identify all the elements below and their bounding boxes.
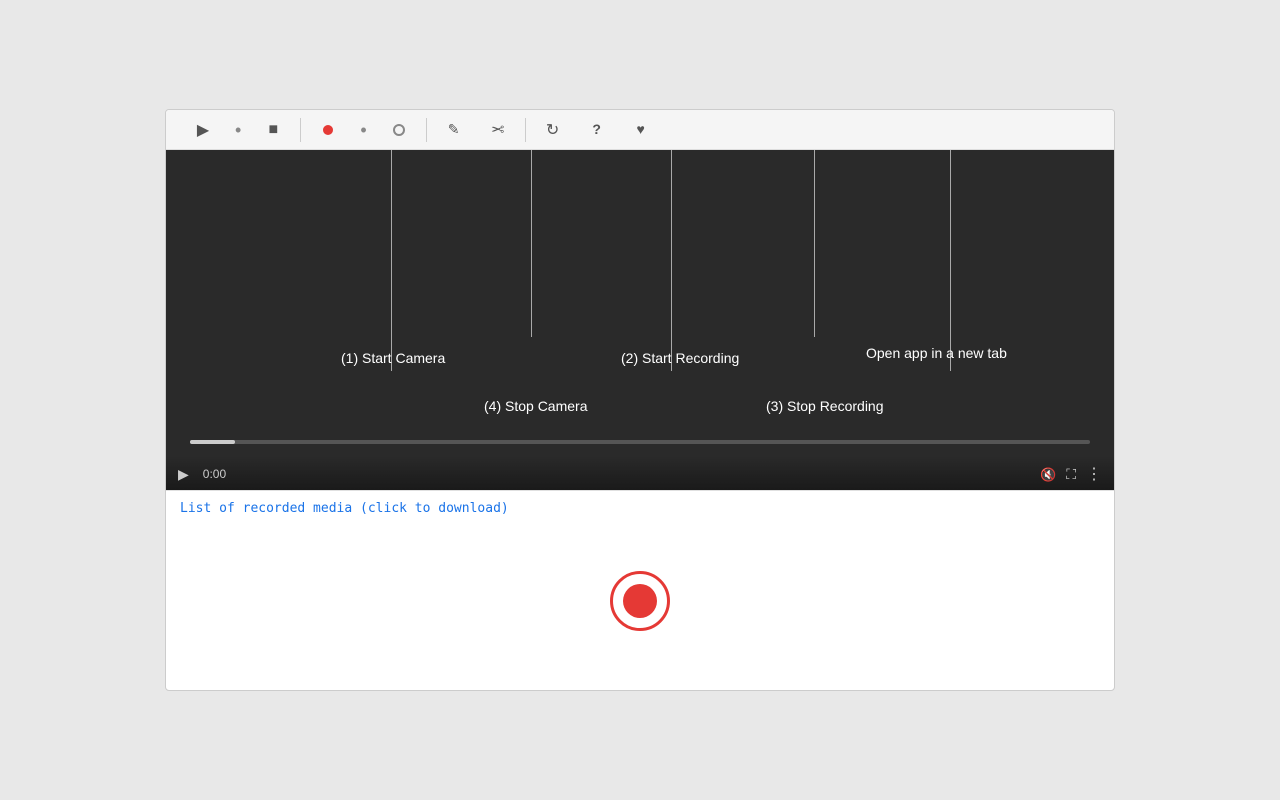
label-stop-camera: (4) Stop Camera [484,398,587,414]
label-start-camera: (1) Start Camera [341,350,445,366]
mute-icon [1040,466,1056,483]
dot-2: • [360,121,366,139]
edit-icon [448,121,460,139]
app-container: ▶ • ■ • ✂ [165,109,1115,691]
line-stop-recording [814,150,815,337]
record-button[interactable] [316,118,340,142]
label-stop-recording: (3) Stop Recording [766,398,884,414]
toolbar-group-1: ▶ • ■ [176,118,300,142]
heart-icon [636,121,644,139]
media-list-section: List of recorded media (click to downloa… [166,490,1114,690]
line-start-recording [671,150,672,371]
more-options-button[interactable]: ⋮ [1086,464,1102,484]
toolbar-group-2: • [301,118,425,142]
record-dot-icon [323,125,333,135]
record-inner-dot [623,584,657,618]
scissors-button[interactable]: ✂ [486,118,510,142]
video-controls-bar: ▶ 0:00 ⛶ ⋮ [166,456,1114,490]
refresh-button[interactable] [541,118,565,142]
toolbar-group-4 [526,118,668,142]
more-icon: ⋮ [1086,464,1102,484]
dot-1: • [235,121,241,139]
help-button[interactable] [585,118,609,142]
edit-button[interactable] [442,118,466,142]
time-display: 0:00 [203,467,226,481]
stop-button[interactable]: ■ [261,118,285,142]
circle-button[interactable] [387,118,411,142]
fullscreen-button[interactable]: ⛶ [1066,466,1076,483]
toolbar-group-3: ✂ [427,118,525,142]
progress-bar-wrapper [166,440,1114,450]
refresh-icon [546,120,559,140]
media-list-header[interactable]: List of recorded media (click to downloa… [180,501,1100,516]
record-circle [610,571,670,631]
label-open-new-tab: Open app in a new tab [866,345,1007,361]
favorite-button[interactable] [629,118,653,142]
toolbar: ▶ • ■ • ✂ [166,110,1114,150]
line-open-new-tab [950,150,951,371]
progress-fill [190,440,235,444]
line-start-camera [391,150,392,371]
mute-button[interactable] [1040,466,1056,483]
right-controls: ⛶ ⋮ [1040,464,1102,484]
label-start-recording: (2) Start Recording [621,350,739,366]
play-button[interactable]: ▶ [191,118,215,142]
scissors-icon: ✂ [491,120,504,140]
line-stop-camera [531,150,532,337]
recording-indicator [180,526,1100,676]
help-icon [592,121,601,139]
video-play-button[interactable]: ▶ [178,466,189,483]
progress-bar[interactable] [190,440,1090,444]
annotations-overlay: (1) Start Camera (2) Start Recording Ope… [166,150,1114,490]
fullscreen-icon: ⛶ [1066,466,1076,483]
circle-icon [393,124,405,136]
video-area: (1) Start Camera (2) Start Recording Ope… [166,150,1114,490]
